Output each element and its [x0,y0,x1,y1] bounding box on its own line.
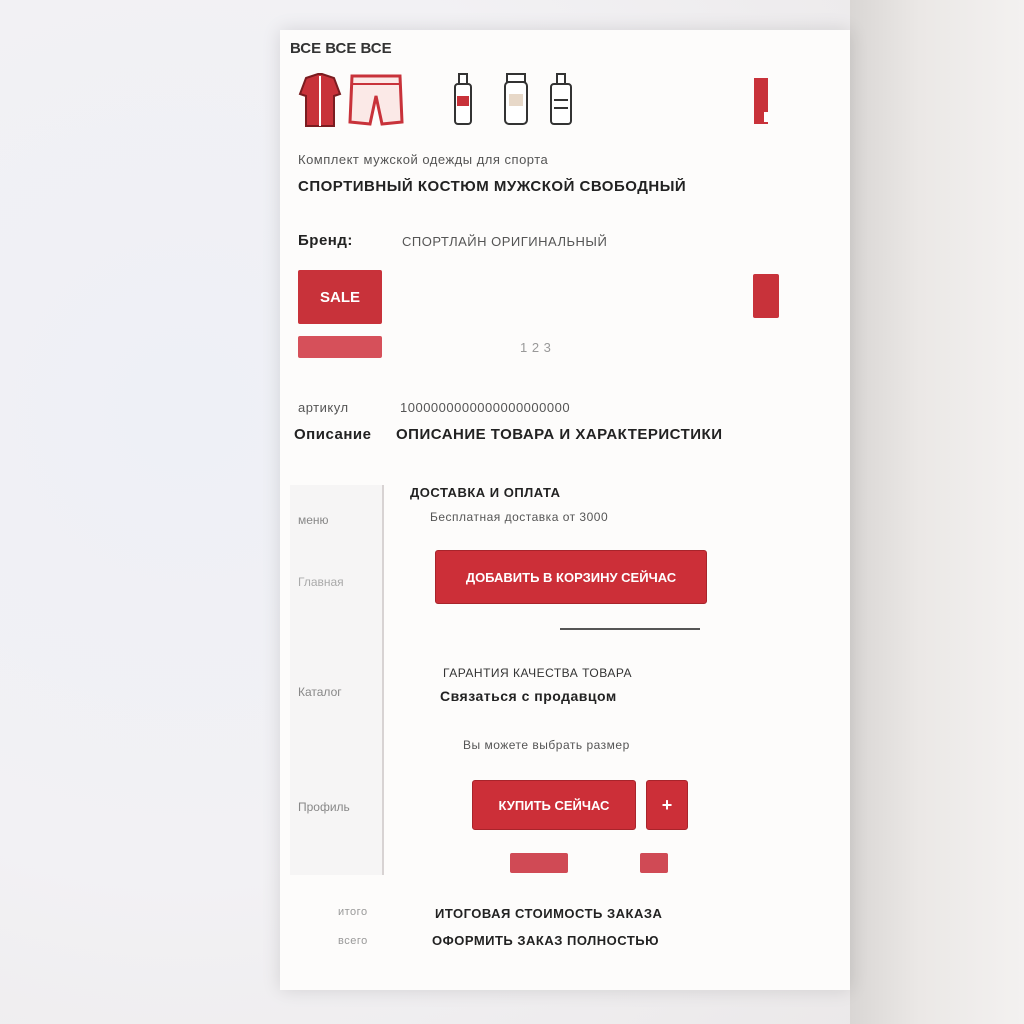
panel-subheading: Бесплатная доставка от 3000 [430,510,609,524]
product-title: СПОРТИВНЫЙ КОСТЮМ МУЖСКОЙ СВОБОДНЫЙ [298,178,687,195]
buy-now-button[interactable]: КУПИТЬ СЕЙЧАС [472,780,636,830]
bottle-icon[interactable] [453,72,473,128]
size-note: Вы можете выбрать размер [463,738,630,752]
contact-seller-link[interactable]: Связаться с продавцом [440,688,700,704]
jar-icon[interactable] [503,72,529,128]
sidebar: меню Главная Каталог Профиль [290,485,384,875]
price-indicator: 1 2 3 [520,340,552,355]
plus-button[interactable]: + [646,780,688,830]
article-label: артикул [298,400,349,415]
add-to-cart-button[interactable]: ДОБАВИТЬ В КОРЗИНУ СЕЙЧАС [435,550,707,604]
sidebar-item-home[interactable]: Главная [290,575,382,589]
quantity-indicator [510,853,568,873]
divider [560,628,700,630]
sum-label: всего [338,935,368,947]
category-icons [298,72,788,132]
app-screen: ВСЕ ВСЕ ВСЕ Комплект мужской одежды для … [280,30,850,990]
sidebar-item-menu[interactable]: меню [290,513,382,527]
shorts-icon[interactable] [348,72,404,128]
brand-value[interactable]: СПОРТЛАЙН ОРИГИНАЛЬНЫЙ [402,234,752,249]
sidebar-item-catalog[interactable]: Каталог [290,685,382,699]
checkout-link[interactable]: ОФОРМИТЬ ЗАКАЗ ПОЛНОСТЬЮ [432,933,702,948]
spray-bottle-icon[interactable] [548,72,574,128]
tag-icon[interactable] [750,72,772,128]
product-subtitle: Комплект мужской одежды для спорта [298,152,549,167]
sidebar-item-profile[interactable]: Профиль [290,800,382,814]
panel-heading: ДОСТАВКА И ОПЛАТА [410,485,561,500]
description-value[interactable]: ОПИСАНИЕ ТОВАРА И ХАРАКТЕРИСТИКИ [396,426,776,443]
discount-strip [298,336,382,358]
sale-badge[interactable]: SALE [298,270,382,324]
total-label: итого [338,906,368,918]
description-label: Описание [294,426,372,443]
brand-label: Бренд: [298,232,353,249]
quality-guarantee: ГАРАНТИЯ КАЧЕСТВА ТОВАРА [443,666,633,680]
backdrop-shadow [850,0,1024,1024]
total-value: ИТОГОВАЯ СТОИМОСТЬ ЗАКАЗА [435,906,663,921]
article-value: 1000000000000000000000 [400,400,571,415]
jacket-icon[interactable] [298,72,342,128]
remove-icon[interactable] [640,853,668,873]
favorite-icon[interactable] [753,274,779,318]
header-tabs[interactable]: ВСЕ ВСЕ ВСЕ [290,40,840,62]
